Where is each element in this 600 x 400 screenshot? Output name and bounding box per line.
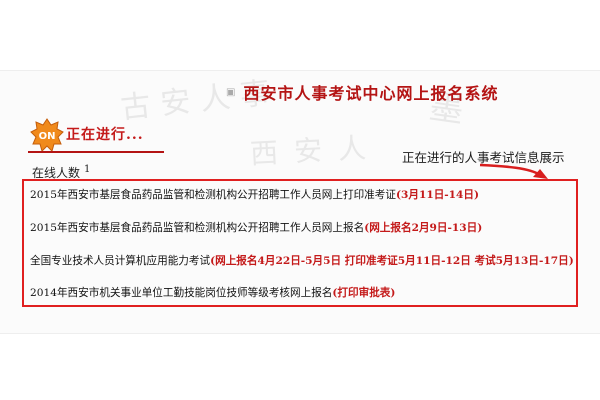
system-page: 古安人事 墨 西安人 书 ▣ 西安市人事考试中心网上报名系统 ON 正在进行..…	[0, 70, 600, 334]
exam-title[interactable]: 2015年西安市基层食品药品监管和检测机构公开招聘工作人员网上报名	[30, 222, 364, 234]
exam-link[interactable]: 全国专业技术人员计算机应用能力考试(网上报名4月22日-5月5日 打印准考证5月…	[30, 253, 574, 268]
badge-text: ON	[39, 131, 56, 142]
ongoing-exams-box: 2015年西安市基层食品药品监管和检测机构公开招聘工作人员网上打印准考证(3月1…	[22, 179, 578, 307]
exam-date-tag[interactable]: (网上报名2月9日-13日)	[364, 222, 482, 234]
exam-link[interactable]: 2015年西安市基层食品药品监管和检测机构公开招聘工作人员网上打印准考证(3月1…	[30, 187, 479, 202]
exam-date-tag[interactable]: (网上报名4月22日-5月5日 打印准考证5月11日-12日 考试5月13日-1…	[210, 255, 574, 267]
exam-date-tag[interactable]: (3月11日-14日)	[396, 189, 479, 201]
exam-title[interactable]: 全国专业技术人员计算机应用能力考试	[30, 255, 210, 267]
calligraphy-watermark: 西安人	[249, 130, 383, 171]
divider	[28, 151, 164, 153]
exam-date-tag[interactable]: (打印审批表)	[332, 287, 395, 299]
broken-image-icon: ▣	[226, 86, 236, 98]
exam-title[interactable]: 2015年西安市基层食品药品监管和检测机构公开招聘工作人员网上打印准考证	[30, 189, 396, 201]
status-label: 正在进行...	[66, 127, 144, 143]
on-badge-icon: ON	[30, 118, 64, 152]
exam-title[interactable]: 2014年西安市机关事业单位工勤技能岗位技师等级考核网上报名	[30, 287, 332, 299]
exam-link[interactable]: 2015年西安市基层食品药品监管和检测机构公开招聘工作人员网上报名(网上报名2月…	[30, 220, 482, 235]
exam-link[interactable]: 2014年西安市机关事业单位工勤技能岗位技师等级考核网上报名(打印审批表)	[30, 285, 395, 300]
